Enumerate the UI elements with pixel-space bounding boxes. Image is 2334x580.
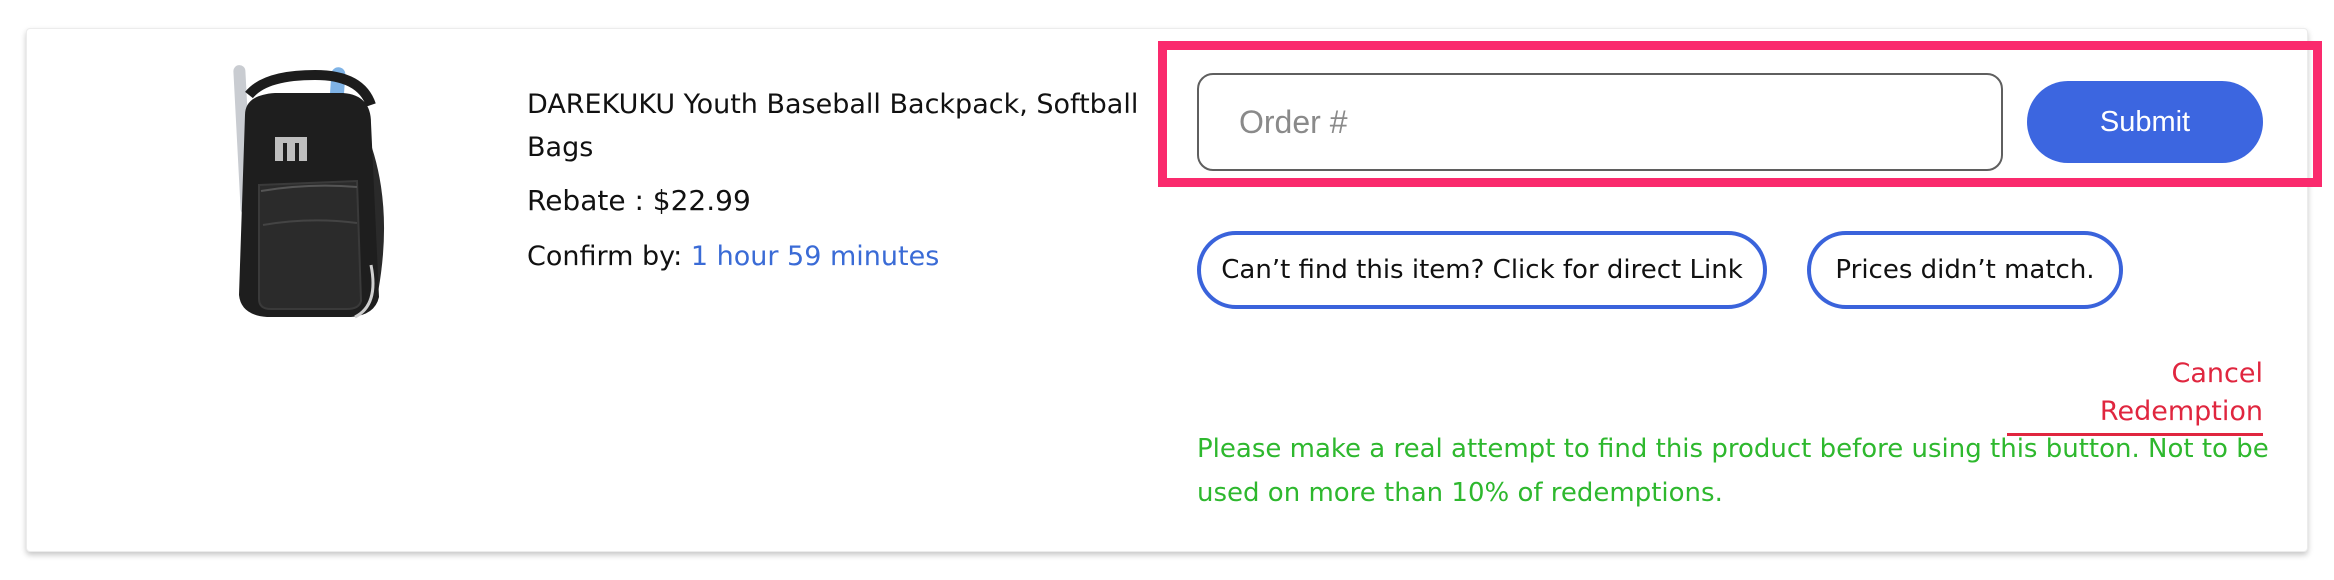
product-details: DAREKUKU Youth Baseball Backpack, Softba… bbox=[527, 83, 1167, 277]
product-title: DAREKUKU Youth Baseball Backpack, Softba… bbox=[527, 89, 1139, 163]
backpack-icon bbox=[233, 65, 385, 319]
product-image bbox=[175, 65, 439, 333]
direct-link-button[interactable]: Can’t find this item? Click for direct L… bbox=[1197, 231, 1767, 309]
confirm-label: Confirm by: bbox=[527, 241, 683, 272]
rebate-card: DAREKUKU Youth Baseball Backpack, Softba… bbox=[26, 28, 2322, 552]
usage-note: Please make a real attempt to find this … bbox=[1197, 434, 2269, 508]
rebate-amount: Rebate : $22.99 bbox=[527, 184, 751, 217]
cancel-redemption-link[interactable]: Cancel Redemption bbox=[2007, 355, 2263, 436]
order-number-input[interactable] bbox=[1197, 73, 2003, 171]
submit-button[interactable]: Submit bbox=[2027, 81, 2263, 163]
confirm-by: Confirm by: 1 hour 59 minutes bbox=[527, 237, 1167, 277]
prices-mismatch-button[interactable]: Prices didn’t match. bbox=[1807, 231, 2123, 309]
confirm-timer: 1 hour 59 minutes bbox=[690, 241, 940, 272]
